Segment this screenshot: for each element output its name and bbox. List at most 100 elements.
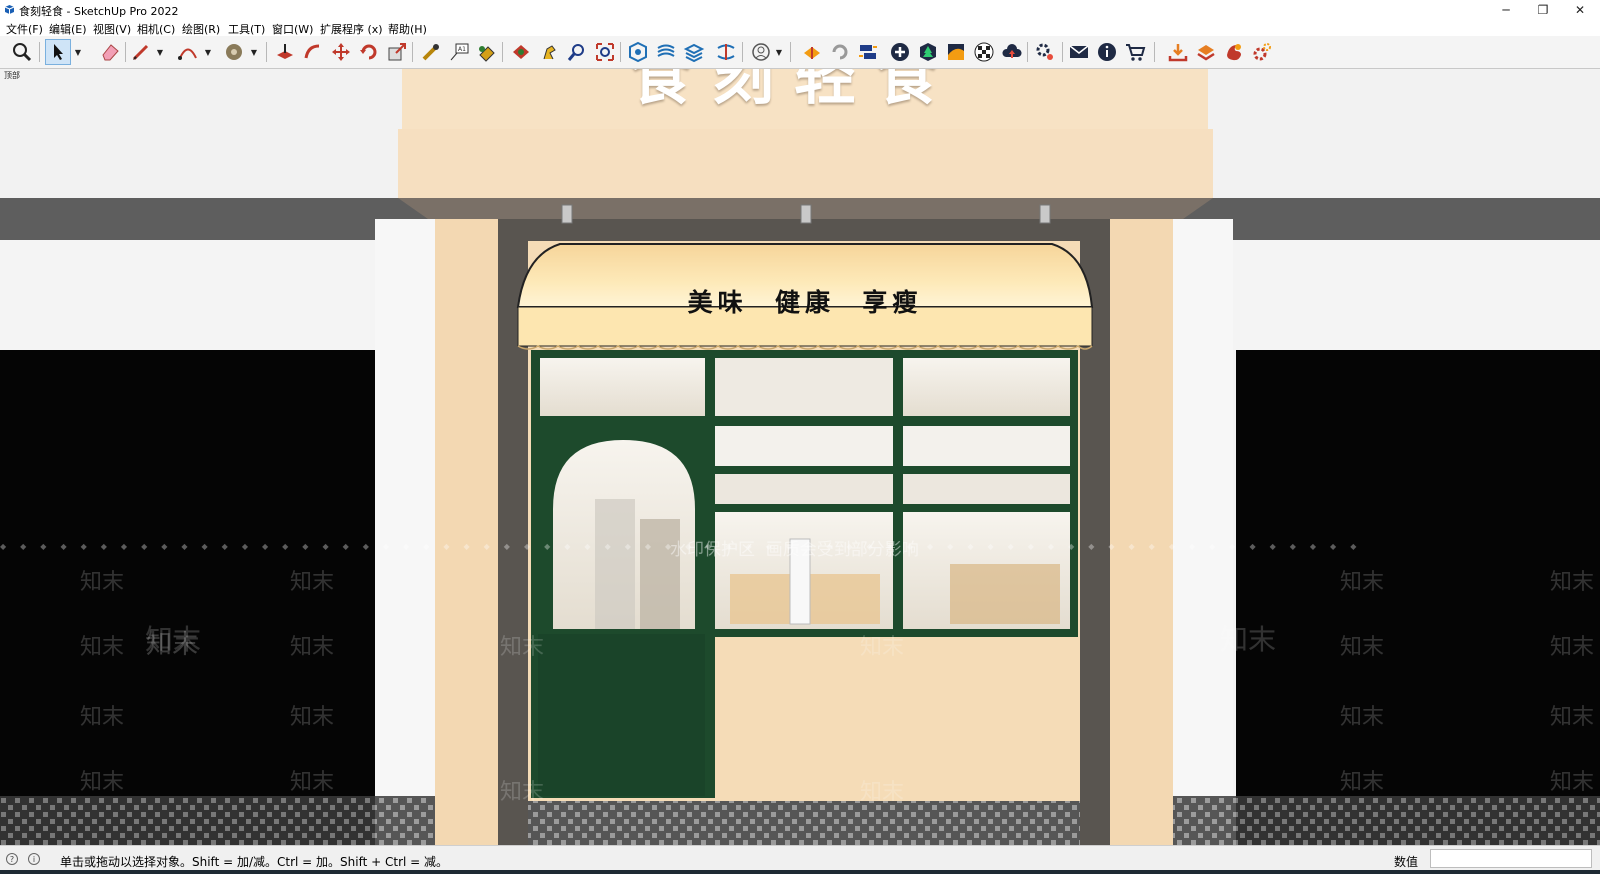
pencil-line-icon[interactable] [128,39,154,65]
paint-bucket-icon[interactable] [221,39,247,65]
tape-measure-icon[interactable] [418,39,444,65]
measurements-input[interactable] [1430,849,1592,868]
fire-icon[interactable] [1221,39,1247,65]
menu-bar: 文件(F) 编辑(E) 视图(V) 相机(C) 绘图(R) 工具(T) 窗口(W… [0,19,1600,36]
pavement [0,796,1600,845]
svg-text:知末: 知末 [1340,635,1384,660]
cart-icon[interactable] [1122,39,1148,65]
3d-warehouse-icon[interactable] [653,39,679,65]
restore-button[interactable]: ❐ [1525,0,1561,19]
paint-dropdown-icon[interactable]: ▼ [249,39,259,65]
menu-window[interactable]: 窗口(W) [272,21,313,37]
info-icon[interactable] [1094,39,1120,65]
menu-draw[interactable]: 绘图(R) [182,21,220,37]
svg-text:知末: 知末 [1340,770,1384,795]
push-pull-icon[interactable] [272,39,298,65]
svg-text:知末: 知末 [1550,770,1594,795]
orbit-icon[interactable] [827,39,853,65]
walk-icon[interactable] [536,39,562,65]
svg-text:知末: 知末 [860,780,904,805]
scale-icon[interactable] [384,39,410,65]
text-label-icon[interactable]: A1 [446,39,472,65]
watermark-dot-strip: ◆◆◆◆◆◆◆◆◆◆◆◆◆◆◆◆◆◆◆◆◆◆◆◆◆◆◆◆◆◆◆◆◆◆◆◆◆◆◆◆… [0,543,1371,551]
instructor-icon[interactable]: i [28,853,40,865]
layer-icon[interactable] [1193,39,1219,65]
mail-icon[interactable] [1066,39,1092,65]
svg-text:知末: 知末 [80,570,124,595]
sandbox-icon[interactable] [625,39,651,65]
zoom-window-icon[interactable] [592,39,618,65]
render-icon[interactable] [799,39,825,65]
svg-text:知末: 知末 [290,770,334,795]
arc-icon[interactable] [175,39,201,65]
measurements-label: 数值 [1394,855,1419,869]
svg-text:知末: 知末 [290,570,334,595]
import-icon[interactable] [1165,39,1191,65]
menu-camera[interactable]: 相机(C) [137,21,175,37]
add-icon[interactable] [887,39,913,65]
taskbar-edge [0,870,1600,874]
menu-help[interactable]: 帮助(H) [388,21,427,37]
settings-icon[interactable] [1032,39,1058,65]
main-toolbar: ▼ ▼ ▼ ▼ A1 ▼ [0,36,1600,69]
extension-manager-icon[interactable] [681,39,707,65]
right-black-panel [1236,350,1600,845]
svg-text:知末: 知末 [1550,570,1594,595]
move-icon[interactable] [328,39,354,65]
minimize-button[interactable]: ─ [1488,0,1524,19]
window-title: 食刻轻食 - SketchUp Pro 2022 [19,5,179,18]
menu-file[interactable]: 文件(F) [6,21,43,37]
close-button[interactable]: ✕ [1562,0,1598,19]
svg-text:知末: 知末 [1220,623,1276,656]
right-pillar [1110,219,1173,845]
user-icon[interactable] [748,39,774,65]
svg-text:知末: 知末 [1340,705,1384,730]
status-hint: 单击或拖动以选择对象。Shift = 加/减。Ctrl = 加。Shift + … [60,855,449,869]
svg-text:知末: 知末 [1550,705,1594,730]
gear-icon[interactable] [1249,39,1275,65]
checker-icon[interactable] [971,39,997,65]
menu-tools[interactable]: 工具(T) [228,21,265,37]
eraser-icon[interactable] [97,39,123,65]
menu-edit[interactable]: 编辑(E) [49,21,87,37]
svg-text:知末: 知末 [80,705,124,730]
awning-sign-text: 美味 健康 享瘦 [687,288,923,317]
left-pillar [435,219,498,845]
cloud-upload-icon[interactable] [999,39,1025,65]
line-dropdown-icon[interactable]: ▼ [155,39,165,65]
arc-dropdown-icon[interactable]: ▼ [203,39,213,65]
svg-text:知末: 知末 [290,635,334,660]
storefront-model: 知末 知末 知末 知末 知末 知末 知末 知末 知末 知末 知末 知末 知末 知末 知末 知末 知末 知末… [0,69,1600,845]
sync-icon[interactable] [855,39,881,65]
svg-text:知末: 知末 [80,770,124,795]
svg-text:知末: 知末 [1550,635,1594,660]
svg-text:知末: 知末 [290,705,334,730]
flip-icon[interactable] [713,39,739,65]
paint-icon[interactable] [474,39,500,65]
svg-text:知末: 知末 [500,780,544,805]
section-plane-icon[interactable] [508,39,534,65]
svg-text:A1: A1 [458,46,466,53]
menu-extensions[interactable]: 扩展程序 (x) [320,21,383,37]
svg-text:知末: 知末 [1340,570,1384,595]
top-sign-box [398,129,1213,198]
rotate-icon[interactable] [356,39,382,65]
svg-text:知末: 知末 [500,635,544,660]
status-bar: ? i 单击或拖动以选择对象。Shift = 加/减。Ctrl = 加。Shif… [0,845,1600,874]
sketchup-logo-icon [4,5,15,14]
menu-view[interactable]: 视图(V) [93,21,131,37]
svg-text:知末: 知末 [860,635,904,660]
title-bar: 食刻轻食 - SketchUp Pro 2022 ─ ❐ ✕ [0,0,1600,19]
geolocation-icon[interactable]: ? [6,853,18,865]
select-arrow-icon[interactable] [45,39,71,65]
zoom-icon[interactable] [564,39,590,65]
user-dropdown-icon[interactable]: ▼ [774,39,784,65]
select-dropdown-icon[interactable]: ▼ [73,39,83,65]
terrain-icon[interactable] [943,39,969,65]
model-viewport[interactable]: 知末 知末 知末 知末 知末 知末 知末 知末 知末 知末 知末 知末 知末 知末 知末 知末 知末 知末… [0,69,1600,845]
tree-icon[interactable] [915,39,941,65]
follow-me-icon[interactable] [300,39,326,65]
watermark-brand: 知末 [146,630,199,660]
zoom-extents-icon[interactable] [9,39,35,65]
scene-label: 顶部 [4,71,20,80]
